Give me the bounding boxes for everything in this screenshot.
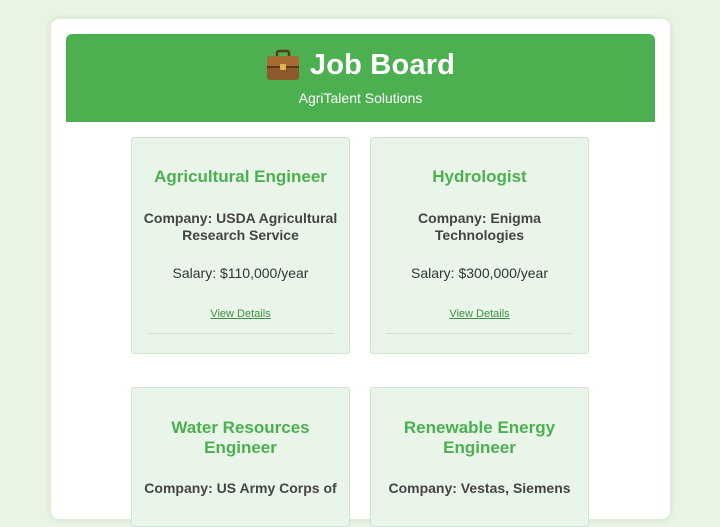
job-title: Agricultural Engineer bbox=[154, 167, 327, 186]
header: Job Board AgriTalent Solutions bbox=[66, 34, 655, 122]
company-subtitle: AgriTalent Solutions bbox=[298, 90, 423, 106]
card-divider bbox=[386, 333, 573, 334]
job-company: Company: USDA Agricultural Research Serv… bbox=[143, 210, 338, 243]
job-company: Company: US Army Corps of bbox=[144, 480, 337, 496]
job-company: Company: Vestas, Siemens bbox=[388, 480, 571, 496]
link-row: View Details bbox=[140, 304, 341, 322]
title-row: Job Board bbox=[66, 48, 655, 82]
card-divider bbox=[147, 333, 334, 334]
job-company: Company: Enigma Technologies bbox=[418, 210, 541, 243]
job-card: Agricultural Engineer Company: USDA Agri… bbox=[131, 137, 350, 354]
job-card: Hydrologist Company: Enigma Technologies… bbox=[370, 137, 589, 354]
job-title: Water Resources Engineer bbox=[171, 418, 310, 457]
job-title: Hydrologist bbox=[432, 167, 527, 186]
job-title: Renewable Energy Engineer bbox=[403, 418, 556, 457]
page-title: Job Board bbox=[309, 48, 456, 81]
job-card: Water Resources Engineer Company: US Arm… bbox=[131, 387, 350, 527]
job-salary: Salary: $110,000/year bbox=[172, 265, 309, 281]
link-row: View Details bbox=[379, 304, 580, 322]
job-board-panel: Job Board AgriTalent Solutions Agricultu… bbox=[51, 19, 670, 527]
job-card: Renewable Energy Engineer Company: Vesta… bbox=[370, 387, 589, 527]
briefcase-icon bbox=[266, 48, 300, 82]
view-details-link[interactable]: View Details bbox=[210, 308, 270, 320]
view-details-link[interactable]: View Details bbox=[449, 308, 509, 320]
job-salary: Salary: $300,000/year bbox=[411, 265, 548, 281]
